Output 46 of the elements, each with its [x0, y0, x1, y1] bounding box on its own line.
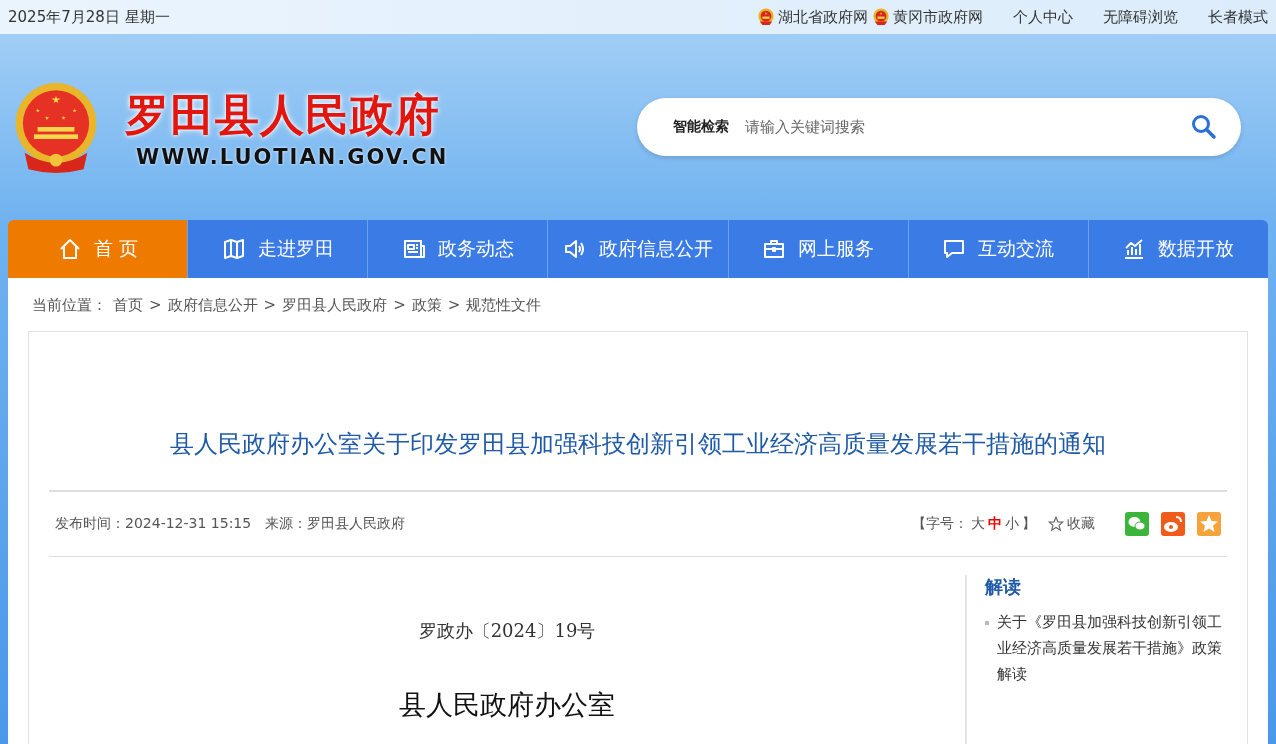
- top-link[interactable]: 湖北省政府网: [757, 7, 868, 27]
- sidebar-title: 解读: [985, 575, 1022, 599]
- map-icon: [221, 237, 246, 261]
- top-link[interactable]: 个人中心: [1013, 7, 1073, 27]
- weibo-share-icon[interactable]: [1161, 512, 1185, 536]
- nav-tab[interactable]: 数据开放: [1087, 220, 1268, 278]
- interpretation-link[interactable]: 关于《罗田县加强科技创新引领工业经济高质量发展若干措施》政策解读: [997, 609, 1227, 687]
- chat-icon: [942, 237, 967, 261]
- star-icon: [1048, 516, 1064, 532]
- breadcrumb-separator: >: [447, 296, 461, 315]
- favorite-link[interactable]: 收藏: [1048, 515, 1095, 533]
- breadcrumb-link[interactable]: 规范性文件: [466, 296, 542, 315]
- site-url: WWW.LUOTIAN.GOV.CN: [136, 144, 449, 169]
- emblem-icon: [757, 8, 775, 26]
- breadcrumb-separator: >: [149, 296, 162, 315]
- site-name: 罗田县人民政府: [124, 87, 440, 142]
- emblem-icon: [872, 8, 890, 26]
- font-size-option[interactable]: 小: [1005, 515, 1019, 533]
- qzone-share-icon[interactable]: [1197, 512, 1221, 536]
- breadcrumb-link[interactable]: 政府信息公开: [167, 296, 258, 315]
- breadcrumb-link[interactable]: 罗田县人民政府: [282, 296, 388, 315]
- breadcrumb-separator: >: [393, 296, 406, 315]
- wechat-share-icon[interactable]: [1125, 512, 1149, 536]
- speaker-icon: [563, 237, 587, 261]
- search-icon[interactable]: [1191, 114, 1217, 140]
- font-size-label: 【字号：: [912, 515, 968, 533]
- breadcrumb-link[interactable]: 首页: [113, 296, 143, 315]
- top-link[interactable]: 无障碍浏览: [1103, 7, 1178, 27]
- font-size-option[interactable]: 中: [988, 515, 1002, 533]
- source-text: 来源：罗田县人民政府: [265, 515, 406, 533]
- top-link[interactable]: 长者模式: [1208, 7, 1268, 27]
- date-text: 2025年7月28日 星期一: [8, 7, 170, 27]
- breadcrumb-link[interactable]: 政策: [411, 296, 442, 315]
- issuer-heading: 县人民政府办公室: [398, 688, 616, 722]
- article-title: 县人民政府办公室关于印发罗田县加强科技创新引领工业经济高质量发展若干措施的通知: [49, 332, 1227, 492]
- document-number: 罗政办〔2024〕19号: [417, 619, 597, 643]
- search-label: 智能检索: [673, 118, 729, 136]
- briefcase-icon: [762, 237, 787, 261]
- news-icon: [401, 237, 426, 261]
- font-size-option[interactable]: 大: [971, 515, 985, 533]
- search-field[interactable]: 请输入关键词搜索: [743, 117, 1177, 137]
- breadcrumb-label: 当前位置：: [32, 296, 107, 315]
- breadcrumb-separator: >: [263, 296, 277, 315]
- top-link[interactable]: 黄冈市政府网: [872, 7, 983, 27]
- font-size-bracket: 】: [1022, 515, 1036, 533]
- publish-time: 发布时间：2024-12-31 15:15: [55, 515, 252, 533]
